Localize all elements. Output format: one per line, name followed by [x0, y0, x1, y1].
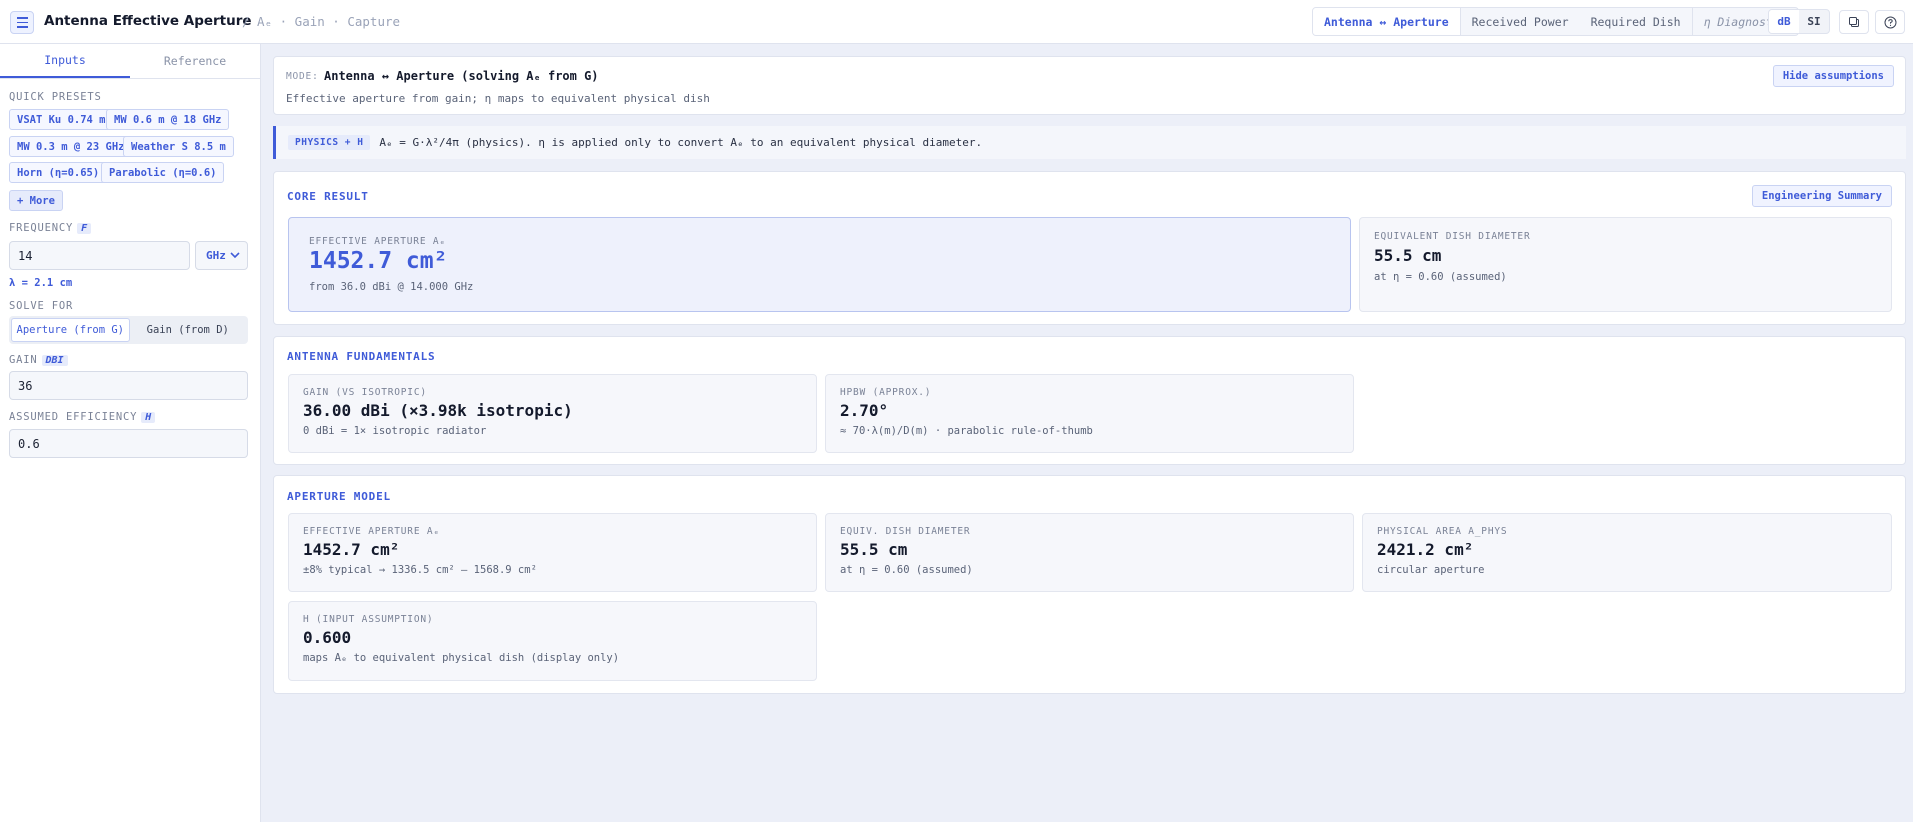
tab-required-dish[interactable]: Required Dish [1580, 8, 1692, 35]
result-subtext: from 36.0 dBi @ 14.000 GHz [309, 281, 474, 293]
efficiency-input[interactable]: 0.6 [9, 429, 248, 458]
mode-card: MODE: Antenna ↔ Aperture (solving Aₑ fro… [273, 56, 1906, 115]
menu-icon[interactable] [10, 11, 34, 34]
preset-chip[interactable]: Horn (η=0.65) [9, 162, 108, 183]
result-label: EQUIVALENT DISH DIAMETER [1374, 231, 1531, 242]
mode-title: Antenna ↔ Aperture (solving Aₑ from G) [324, 69, 599, 83]
gain-input[interactable]: 36 [9, 371, 248, 400]
physics-tag: PHYSICS + H [288, 135, 371, 150]
frequency-input[interactable]: 14 [9, 241, 190, 270]
unit-si-button[interactable]: SI [1799, 10, 1829, 33]
top-bar: Antenna Effective Aperture / Aₑ · Gain ·… [0, 0, 1913, 44]
tile-value: 2.70° [840, 401, 889, 420]
hpbw-tile: HPBW (APPROX.) 2.70° ≈ 70·λ(m)/D(m) · pa… [825, 374, 1354, 453]
app-title: Antenna Effective Aperture [44, 13, 252, 29]
frequency-unit-value: GHz [206, 249, 226, 262]
tile-subtext: ≈ 70·λ(m)/D(m) · parabolic rule-of-thumb [840, 425, 1093, 437]
gain-label: GAIN DBI [9, 354, 68, 366]
result-subtext: at η = 0.60 (assumed) [1374, 271, 1507, 283]
tile-label: H (INPUT ASSUMPTION) [303, 614, 434, 625]
unit-db-button[interactable]: dB [1769, 10, 1799, 33]
tile-subtext: ±8% typical → 1336.5 cm² – 1568.9 cm² [303, 564, 537, 576]
hide-assumptions-button[interactable]: Hide assumptions [1772, 65, 1894, 87]
help-icon[interactable] [1875, 10, 1905, 34]
copy-icon[interactable] [1839, 10, 1869, 34]
efficiency-tile: H (INPUT ASSUMPTION) 0.600 maps Aₑ to eq… [288, 601, 817, 681]
quick-presets-label: QUICK PRESETS [9, 91, 102, 103]
preset-chip[interactable]: MW 0.6 m @ 18 GHz [106, 109, 230, 130]
result-label: EFFECTIVE APERTURE Aₑ [309, 236, 446, 247]
breadcrumb: / Aₑ · Gain · Capture [242, 14, 401, 29]
gain-tile: GAIN (VS ISOTROPIC) 36.00 dBi (×3.98k is… [288, 374, 817, 453]
fundamentals-card: ANTENNA FUNDAMENTALS GAIN (VS ISOTROPIC)… [273, 336, 1906, 465]
engineering-summary-button[interactable]: Engineering Summary [1751, 185, 1892, 207]
tile-value: 36.00 dBi (×3.98k isotropic) [303, 401, 573, 420]
aperture-model-title: APERTURE MODEL [287, 490, 391, 503]
frequency-label: FREQUENCY F [9, 222, 92, 234]
preset-chip[interactable]: VSAT Ku 0.74 m [9, 109, 114, 130]
tile-value: 2421.2 cm² [1377, 540, 1474, 559]
aperture-tile: EFFECTIVE APERTURE Aₑ 1452.7 cm² ±8% typ… [288, 513, 817, 592]
formula-banner: PHYSICS + H Aₑ = G·λ²/4π (physics). η is… [273, 126, 1906, 159]
tile-value: 0.600 [303, 628, 352, 647]
gain-unit-badge: DBI [41, 355, 68, 366]
tile-label: PHYSICAL AREA A_PHYS [1377, 526, 1508, 537]
tile-subtext: at η = 0.60 (assumed) [840, 564, 973, 576]
more-presets-button[interactable]: + More [9, 190, 63, 211]
solve-for-toggle: Aperture (from G) Gain (from D) [9, 316, 248, 344]
chevron-down-icon [230, 252, 240, 259]
mode-subtitle: Effective aperture from gain; η maps to … [286, 92, 710, 105]
dish-diameter-tile: EQUIV. DISH DIAMETER 55.5 cm at η = 0.60… [825, 513, 1354, 592]
tab-inputs[interactable]: Inputs [0, 44, 130, 78]
efficiency-label: ASSUMED EFFICIENCY H [9, 411, 156, 423]
core-result-card: CORE RESULT Engineering Summary EFFECTIV… [273, 171, 1906, 325]
mode-tabs: Antenna ↔ Aperture Received Power Requir… [1312, 7, 1799, 36]
solve-gain-button[interactable]: Gain (from D) [130, 318, 247, 342]
fundamentals-title: ANTENNA FUNDAMENTALS [287, 350, 436, 363]
preset-chip[interactable]: Weather S 8.5 m [123, 136, 234, 157]
tile-label: HPBW (APPROX.) [840, 387, 932, 398]
tile-subtext: maps Aₑ to equivalent physical dish (dis… [303, 652, 620, 664]
efficiency-symbol: H [141, 412, 156, 423]
formula-text: Aₑ = G·λ²/4π (physics). η is applied onl… [379, 136, 983, 149]
preset-chip[interactable]: Parabolic (η=0.6) [101, 162, 225, 183]
frequency-unit-select[interactable]: GHz [195, 241, 248, 270]
solve-aperture-button[interactable]: Aperture (from G) [11, 318, 130, 342]
result-value: 1452.7 cm² [309, 248, 448, 274]
unit-toggle: dB SI [1768, 9, 1830, 34]
frequency-symbol: F [77, 223, 92, 234]
tab-reference[interactable]: Reference [130, 44, 260, 78]
tab-received-power[interactable]: Received Power [1461, 8, 1580, 35]
effective-aperture-result: EFFECTIVE APERTURE Aₑ 1452.7 cm² from 36… [288, 217, 1351, 312]
preset-chip[interactable]: MW 0.3 m @ 23 GHz [9, 136, 133, 157]
result-value: 55.5 cm [1374, 246, 1442, 265]
sidebar: Inputs Reference QUICK PRESETS VSAT Ku 0… [0, 44, 261, 822]
aperture-model-card: APERTURE MODEL EFFECTIVE APERTURE Aₑ 145… [273, 475, 1906, 694]
physical-area-tile: PHYSICAL AREA A_PHYS 2421.2 cm² circular… [1362, 513, 1892, 592]
core-result-title: CORE RESULT [287, 190, 369, 203]
tile-label: EQUIV. DISH DIAMETER [840, 526, 971, 537]
tile-subtext: circular aperture [1377, 564, 1485, 576]
equivalent-dish-result: EQUIVALENT DISH DIAMETER 55.5 cm at η = … [1359, 217, 1892, 312]
tile-label: GAIN (VS ISOTROPIC) [303, 387, 427, 398]
tile-label: EFFECTIVE APERTURE Aₑ [303, 526, 440, 537]
tile-subtext: 0 dBi = 1× isotropic radiator [303, 425, 487, 437]
solve-for-label: SOLVE FOR [9, 300, 74, 312]
mode-label: MODE: [286, 71, 319, 82]
tab-antenna-aperture[interactable]: Antenna ↔ Aperture [1313, 8, 1461, 35]
wavelength-readout: λ = 2.1 cm [9, 277, 73, 289]
tile-value: 55.5 cm [840, 540, 908, 559]
sidebar-tabs: Inputs Reference [0, 44, 260, 79]
tile-value: 1452.7 cm² [303, 540, 400, 559]
